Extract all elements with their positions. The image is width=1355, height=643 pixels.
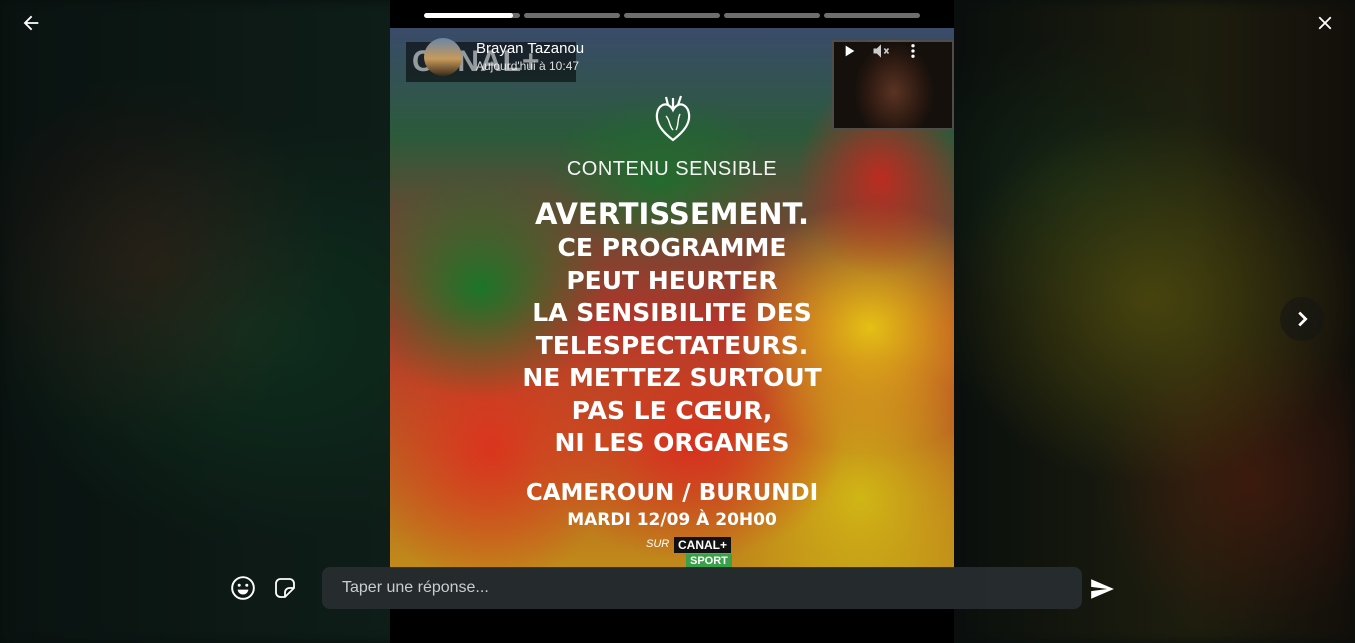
story-controls <box>838 40 924 62</box>
mute-icon <box>873 44 890 58</box>
back-button[interactable] <box>16 8 46 38</box>
progress-segment <box>524 13 620 18</box>
heart-organ-icon <box>655 95 691 142</box>
emoji-icon <box>231 576 255 600</box>
more-vertical-icon <box>911 44 915 58</box>
warning-text: AVERTISSEMENT. CE PROGRAMME PEUT HEURTER… <box>390 196 954 460</box>
play-icon <box>845 45 855 57</box>
next-story-button[interactable] <box>1280 297 1324 341</box>
channel-prefix: SUR <box>646 538 670 550</box>
author-name[interactable]: Brayan Tazanou <box>476 40 584 58</box>
sticker-button[interactable] <box>270 573 300 603</box>
story-author[interactable]: Brayan Tazanou Aujourd'hui à 10:47 <box>424 38 584 76</box>
warning-line: AVERTISSEMENT. <box>535 197 809 231</box>
story-progress-bar <box>424 13 920 19</box>
reply-bar <box>0 566 1355 612</box>
close-button[interactable] <box>1310 8 1340 38</box>
author-text: Brayan Tazanou Aujourd'hui à 10:47 <box>476 40 584 74</box>
match-info: CAMEROUN / BURUNDI MARDI 12/09 À 20H00 <box>390 478 954 532</box>
avatar[interactable] <box>424 38 462 76</box>
reply-input[interactable] <box>322 567 1082 609</box>
close-icon <box>1318 16 1332 30</box>
send-button[interactable] <box>1086 574 1118 604</box>
warning-line: PEUT HEURTER <box>566 265 778 295</box>
sensitive-content-label: CONTENU SENSIBLE <box>566 158 778 180</box>
mute-button[interactable] <box>870 40 892 62</box>
story-timestamp: Aujourd'hui à 10:47 <box>476 59 580 73</box>
play-button[interactable] <box>838 40 860 62</box>
progress-segment <box>424 13 520 18</box>
progress-segment <box>624 13 720 18</box>
match-teams: CAMEROUN / BURUNDI <box>525 480 819 506</box>
channel-name: CANAL+ <box>674 537 732 553</box>
warning-line: NI LES ORGANES <box>554 428 790 457</box>
story-image[interactable]: CANAL+ CONTENU SENSIBLE AVERTISSEMENT. C… <box>390 28 954 568</box>
chevron-right-icon <box>1298 311 1308 327</box>
arrow-left-icon <box>23 15 39 31</box>
emoji-button[interactable] <box>228 573 258 603</box>
warning-line: NE METTEZ SURTOUT <box>522 363 822 392</box>
warning-line: PAS LE CŒUR, <box>571 395 773 425</box>
story-viewer: CANAL+ CONTENU SENSIBLE AVERTISSEMENT. C… <box>390 0 954 643</box>
match-date: MARDI 12/09 À 20H00 <box>567 510 777 530</box>
more-options-button[interactable] <box>902 40 924 62</box>
warning-line: TELESPECTATEURS. <box>535 330 809 360</box>
warning-line: CE PROGRAMME <box>557 233 787 262</box>
progress-segment <box>824 13 920 18</box>
progress-fill <box>424 13 514 18</box>
progress-segment <box>724 13 820 18</box>
channel-logo: CANAL+ SPORT 1 <box>674 536 732 568</box>
sticker-icon <box>275 578 295 598</box>
warning-line: LA SENSIBILITE DES <box>532 298 812 327</box>
send-icon <box>1091 579 1114 599</box>
